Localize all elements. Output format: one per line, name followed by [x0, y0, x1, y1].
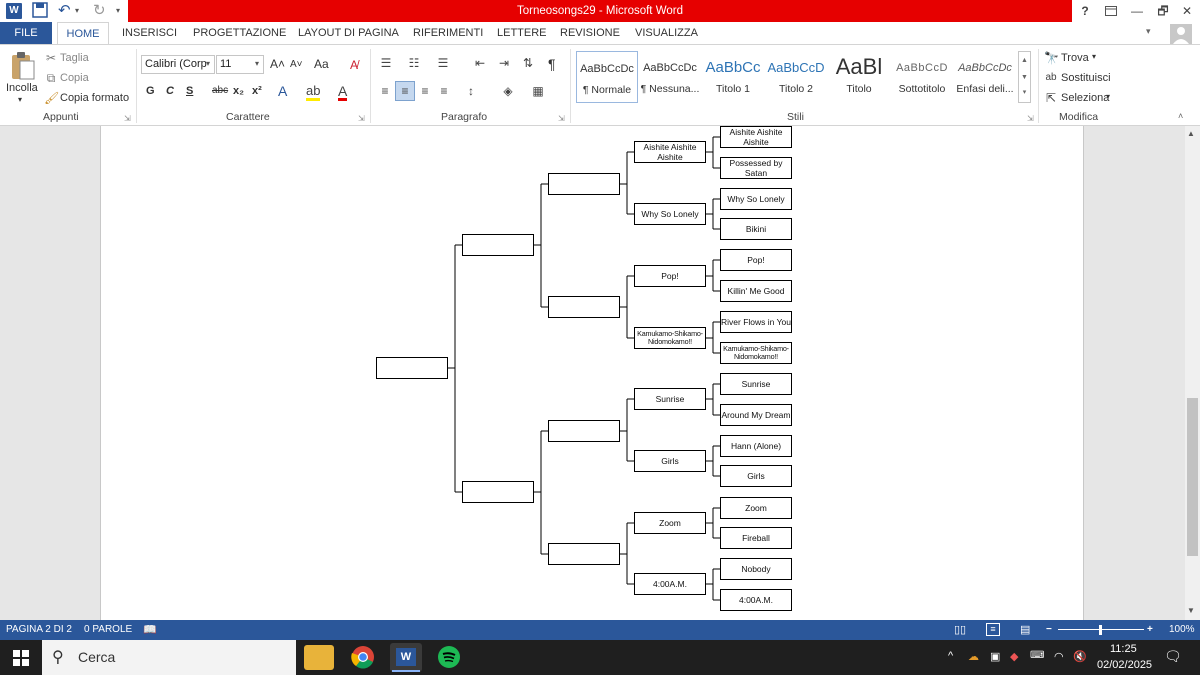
notifications-icon[interactable]: 🗨	[1164, 648, 1182, 665]
bracket-entry-r1[interactable]: Fireball	[720, 527, 792, 549]
keyboard-layout-icon[interactable]: ⌨	[1030, 650, 1044, 661]
bracket-entry-r4[interactable]	[462, 234, 534, 256]
bracket-entry-r1[interactable]: Killin' Me Good	[720, 280, 792, 302]
bracket-entry-r2[interactable]: Kamukamo-Shikamo-Nidomokamo!!	[634, 327, 706, 349]
bracket-entry-r1[interactable]: 4:00A.M.	[720, 589, 792, 611]
bracket-entry-r3[interactable]	[548, 420, 620, 442]
bracket-entry-r3[interactable]	[548, 173, 620, 195]
bracket-entry-r1[interactable]: Possessed by Satan	[720, 157, 792, 179]
word-taskbar-icon[interactable]: W	[390, 643, 422, 672]
proofing-icon[interactable]: 📖	[143, 620, 157, 640]
bracket-entry-r1[interactable]: Bikini	[720, 218, 792, 240]
search-placeholder: Cerca	[78, 649, 116, 665]
search-icon: ⚲	[52, 649, 64, 666]
scrollbar-thumb[interactable]	[1187, 398, 1198, 556]
bracket-entry-r1[interactable]: Aishite Aishite Aishite	[720, 126, 792, 148]
bracket-entry-r3[interactable]	[548, 296, 620, 318]
bracket-entry-r1[interactable]: Girls	[720, 465, 792, 487]
print-layout-icon[interactable]: ≡	[986, 623, 1000, 636]
clock-date[interactable]: 02/02/2025	[1097, 659, 1152, 671]
bracket-entry-r2[interactable]: Aishite Aishite Aishite	[634, 141, 706, 163]
bracket-entry-r1[interactable]: Sunrise	[720, 373, 792, 395]
wifi-icon[interactable]: ◠	[1054, 650, 1064, 663]
status-bar: PAGINA 2 DI 2 0 PAROLE 📖 ▯▯ ≡ ▤ − + 100%	[0, 620, 1200, 640]
meet-now-icon[interactable]: ▣	[990, 650, 1000, 663]
bracket-entry-r1[interactable]: Why So Lonely	[720, 188, 792, 210]
bracket-entry-r2[interactable]: Why So Lonely	[634, 203, 706, 225]
bracket-entry-r1[interactable]: Nobody	[720, 558, 792, 580]
bracket-entry-r1[interactable]: Kamukamo-Shikamo-Nidomokamo!!	[720, 342, 792, 364]
bracket-entry-r1[interactable]: River Flows in You	[720, 311, 792, 333]
file-explorer-icon[interactable]	[304, 645, 334, 670]
bracket-entry-r2[interactable]: 4:00A.M.	[634, 573, 706, 595]
read-mode-icon[interactable]: ▯▯	[954, 620, 966, 640]
bracket-entry-r1[interactable]: Around My Dream	[720, 404, 792, 426]
bracket-entry-r2[interactable]: Sunrise	[634, 388, 706, 410]
weather-icon[interactable]: ☁	[968, 650, 979, 663]
chevron-down-icon[interactable]: ▼	[1187, 606, 1195, 615]
chevron-up-icon[interactable]: ^	[948, 650, 953, 662]
bracket-entry-r1[interactable]: Pop!	[720, 249, 792, 271]
bracket-entry-r4[interactable]	[462, 481, 534, 503]
zoom-in-button[interactable]: +	[1147, 620, 1153, 640]
volume-muted-icon[interactable]: 🔇	[1073, 650, 1087, 663]
bracket-entry-r2[interactable]: Zoom	[634, 512, 706, 534]
windows-start-icon[interactable]	[13, 650, 29, 669]
bracket-entry-r1[interactable]: Zoom	[720, 497, 792, 519]
bracket-entry-r2[interactable]: Pop!	[634, 265, 706, 287]
zoom-level[interactable]: 100%	[1169, 620, 1195, 640]
web-layout-icon[interactable]: ▤	[1020, 620, 1030, 640]
vertical-scrollbar[interactable]: ▲ ▼	[1185, 126, 1200, 620]
bracket-entry-final[interactable]	[376, 357, 448, 379]
page-count[interactable]: PAGINA 2 DI 2	[6, 620, 72, 640]
app-tray-icon[interactable]: ◆	[1010, 650, 1018, 663]
taskbar-search[interactable]: ⚲ Cerca	[42, 640, 296, 675]
word-count[interactable]: 0 PAROLE	[84, 620, 132, 640]
bracket-entry-r3[interactable]	[548, 543, 620, 565]
spotify-icon[interactable]	[434, 645, 464, 670]
bracket-entry-r1[interactable]: Hann (Alone)	[720, 435, 792, 457]
clock-time[interactable]: 11:25	[1110, 643, 1137, 655]
zoom-slider-thumb[interactable]	[1099, 625, 1102, 635]
taskbar: ⚲ Cerca W ^ ☁ ▣ ◆ ⌨ ◠ 🔇 11:25 02/02/2025…	[0, 640, 1200, 675]
chevron-up-icon[interactable]: ▲	[1187, 129, 1195, 138]
chrome-icon[interactable]	[348, 645, 378, 670]
zoom-out-button[interactable]: −	[1046, 620, 1052, 640]
bracket-entry-r2[interactable]: Girls	[634, 450, 706, 472]
bracket-connectors	[448, 136, 720, 601]
